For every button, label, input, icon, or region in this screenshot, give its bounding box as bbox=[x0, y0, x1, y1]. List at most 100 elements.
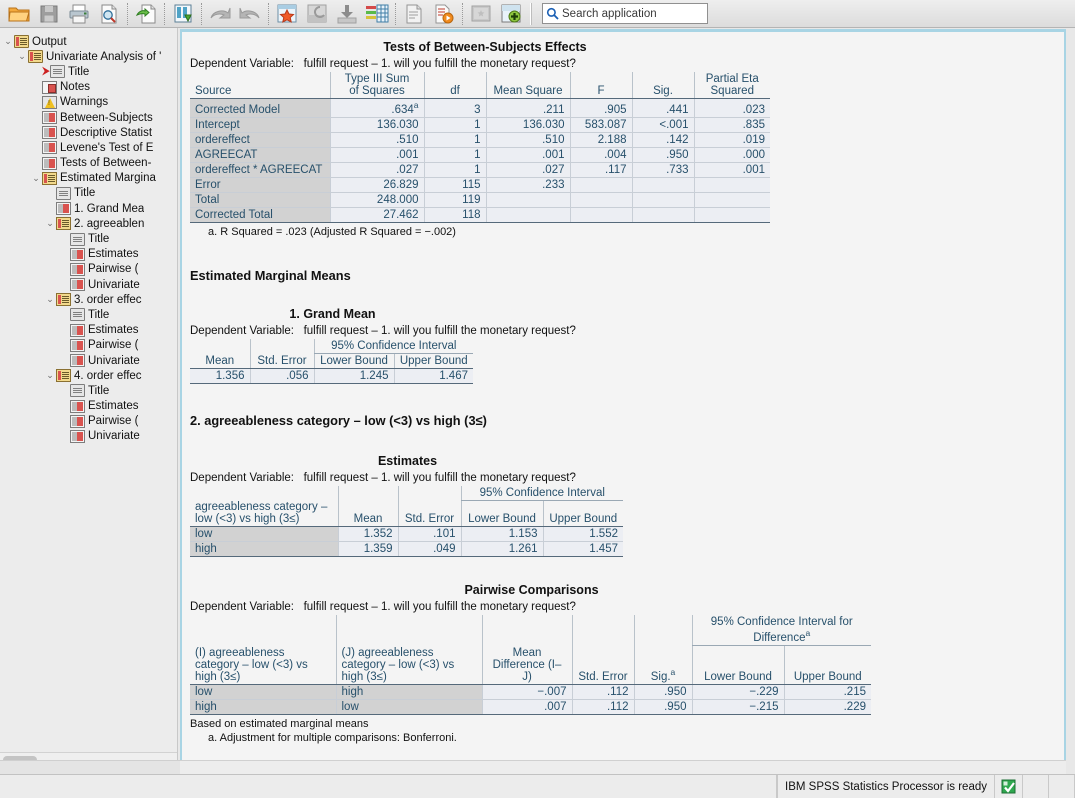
tree-item[interactable]: Title bbox=[0, 383, 177, 398]
estimates-table[interactable]: 95% Confidence Interval agreeableness ca… bbox=[190, 485, 623, 558]
table-row[interactable]: low high −.007.112.950 −.229.215 bbox=[190, 684, 871, 700]
th-sig: Sig. bbox=[631, 72, 694, 99]
tree-item[interactable]: ⌄ Univariate Analysis of ' bbox=[0, 49, 177, 64]
insert-icon[interactable] bbox=[332, 1, 362, 27]
tree-item[interactable]: Notes bbox=[0, 80, 177, 95]
anova-table[interactable]: Source Type III Sum of Squares df Mean S… bbox=[190, 72, 770, 223]
th-factor-line1: agreeableness category – bbox=[195, 501, 328, 514]
chevron-down-icon[interactable]: ⌄ bbox=[44, 219, 56, 228]
save-icon[interactable] bbox=[34, 1, 64, 27]
goto-case-icon[interactable] bbox=[272, 1, 302, 27]
tree-item[interactable]: ⌄ 3. order effec bbox=[0, 292, 177, 307]
th-i-line3: high (3≤) bbox=[195, 670, 241, 683]
output-tree[interactable]: ⌄ Output ⌄ Univariate Analysis of ' ⮞ Title No… bbox=[0, 28, 177, 444]
add-icon[interactable] bbox=[496, 1, 526, 27]
chevron-down-icon[interactable]: ⌄ bbox=[2, 37, 14, 46]
insert-text-icon[interactable] bbox=[399, 1, 429, 27]
table-row[interactable]: Corrected Total 27.462 118 bbox=[190, 207, 770, 223]
table-row[interactable]: high 1.359.049 1.261 1.457 bbox=[190, 541, 623, 558]
print-icon[interactable] bbox=[64, 1, 94, 27]
tree-item[interactable]: Title bbox=[0, 231, 177, 246]
cell-mean-square: .001 bbox=[485, 147, 570, 163]
chevron-down-icon[interactable]: ⌄ bbox=[30, 173, 42, 183]
th-ci-line2: Difference bbox=[753, 632, 806, 645]
tree-item[interactable]: Warnings bbox=[0, 95, 177, 110]
tree-item[interactable]: Levene's Test of E bbox=[0, 140, 177, 155]
dependent-variable-label: Dependent Variable: bbox=[190, 471, 294, 484]
tree-item-label: Between-Subjects bbox=[60, 111, 153, 124]
print-preview-icon[interactable] bbox=[94, 1, 124, 27]
anova-header-row: Source Type III Sum of Squares df Mean S… bbox=[190, 72, 770, 99]
tree-item[interactable]: Univariate bbox=[0, 353, 177, 368]
tree-item[interactable]: Pairwise ( bbox=[0, 262, 177, 277]
chevron-down-icon[interactable]: ⌄ bbox=[16, 52, 28, 61]
tree-item[interactable]: ⌄ Estimated Margina bbox=[0, 171, 177, 186]
tree-item[interactable]: Estimates bbox=[0, 323, 177, 338]
undo-icon[interactable] bbox=[205, 1, 235, 27]
output-icon bbox=[14, 35, 29, 49]
table-row[interactable]: high low .007.112.950 −.215.229 bbox=[190, 699, 871, 715]
tree-item[interactable]: Title bbox=[0, 307, 177, 322]
tree-item[interactable]: ⮞ Title bbox=[0, 64, 177, 79]
cell-source: ordereffect bbox=[190, 132, 330, 148]
tree-item[interactable]: Univariate bbox=[0, 429, 177, 444]
th-mean-square: Mean Square bbox=[485, 72, 570, 99]
table-row[interactable]: Intercept 136.030 1 136.030 583.087 <.001.835 bbox=[190, 117, 770, 133]
tree-item[interactable]: Estimates bbox=[0, 399, 177, 414]
tree-item[interactable]: Pairwise ( bbox=[0, 338, 177, 353]
table-row[interactable]: low 1.352.101 1.153 1.552 bbox=[190, 526, 623, 543]
cell-f bbox=[569, 177, 632, 193]
cell-mean-square bbox=[485, 192, 570, 208]
tree-item[interactable]: Descriptive Statist bbox=[0, 125, 177, 140]
search-input[interactable]: Search application bbox=[542, 3, 708, 24]
chevron-down-icon[interactable]: ⌄ bbox=[44, 371, 56, 380]
table-row[interactable]: Corrected Model .634a 3.211.905.441.023 bbox=[190, 98, 770, 118]
goto-variable-icon[interactable] bbox=[302, 1, 332, 27]
table-row[interactable]: Total 248.000 119 bbox=[190, 192, 770, 208]
table-row[interactable]: ordereffect * AGREECAT .027 1.027.117.733.… bbox=[190, 162, 770, 178]
tree-item[interactable]: Univariate bbox=[0, 277, 177, 292]
variables-icon[interactable] bbox=[362, 1, 392, 27]
output-icon bbox=[28, 50, 43, 64]
emm-icon bbox=[56, 217, 71, 231]
tree-item[interactable]: Pairwise ( bbox=[0, 414, 177, 429]
chevron-down-icon[interactable]: ⌄ bbox=[44, 295, 56, 304]
tree-item[interactable]: Between-Subjects bbox=[0, 110, 177, 125]
estimates-dependent-variable: Dependent Variable: fulfill request – 1.… bbox=[190, 472, 1064, 484]
status-cell-empty-3 bbox=[1049, 775, 1075, 798]
output-navigator-panel[interactable]: ⌄ Output ⌄ Univariate Analysis of ' ⮞ Title No… bbox=[0, 28, 178, 766]
output-viewer-pane[interactable]: Tests of Between-Subjects Effects Depend… bbox=[180, 29, 1066, 766]
table-row[interactable]: AGREECAT .001 1.001.004.950.000 bbox=[190, 147, 770, 163]
tree-item[interactable]: ⌄ Output bbox=[0, 34, 177, 49]
th-eta-line2: Squared bbox=[710, 85, 754, 97]
table-row[interactable]: Error 26.829 115.233 bbox=[190, 177, 770, 193]
output-horizontal-scrollbar[interactable] bbox=[180, 760, 1066, 774]
tree-item[interactable]: Tests of Between- bbox=[0, 156, 177, 171]
select-last-output-icon[interactable] bbox=[466, 1, 496, 27]
grand-mean-table[interactable]: 95% Confidence Interval Mean Std. Error … bbox=[190, 338, 473, 384]
tree-item[interactable]: ⌄ 2. agreeablen bbox=[0, 216, 177, 231]
cell-df: 118 bbox=[423, 207, 486, 223]
table-row[interactable]: ordereffect .510 1.510 2.188.142.019 bbox=[190, 132, 770, 148]
th-j-factor: (J) agreeableness category – low (<3) vs… bbox=[335, 645, 482, 685]
th-f: F bbox=[569, 72, 632, 99]
dependent-variable-label: Dependent Variable: bbox=[190, 601, 294, 614]
recall-dialog-icon[interactable] bbox=[131, 1, 161, 27]
cell-df: 3 bbox=[423, 98, 486, 118]
pairwise-table[interactable]: 95% Confidence Interval for Differencea … bbox=[190, 615, 871, 715]
table-row[interactable]: 1.356 .056 1.245 1.467 bbox=[190, 368, 473, 384]
redo-icon[interactable] bbox=[235, 1, 265, 27]
cell-partial-eta bbox=[693, 207, 770, 223]
cell-f: 2.188 bbox=[569, 132, 632, 148]
th-partial-eta: Partial Eta Squared bbox=[693, 72, 770, 99]
tree-item-label: Univariate bbox=[88, 278, 140, 291]
tree-item[interactable]: 1. Grand Mea bbox=[0, 201, 177, 216]
cell-type3-ss: 26.829 bbox=[329, 177, 424, 193]
export-icon[interactable] bbox=[168, 1, 198, 27]
tree-item[interactable]: Title bbox=[0, 186, 177, 201]
run-script-icon[interactable] bbox=[429, 1, 459, 27]
open-file-icon[interactable] bbox=[4, 1, 34, 27]
tree-item[interactable]: ⌄ 4. order effec bbox=[0, 368, 177, 383]
cell-sig: .950 bbox=[631, 147, 694, 163]
tree-item[interactable]: Estimates bbox=[0, 247, 177, 262]
